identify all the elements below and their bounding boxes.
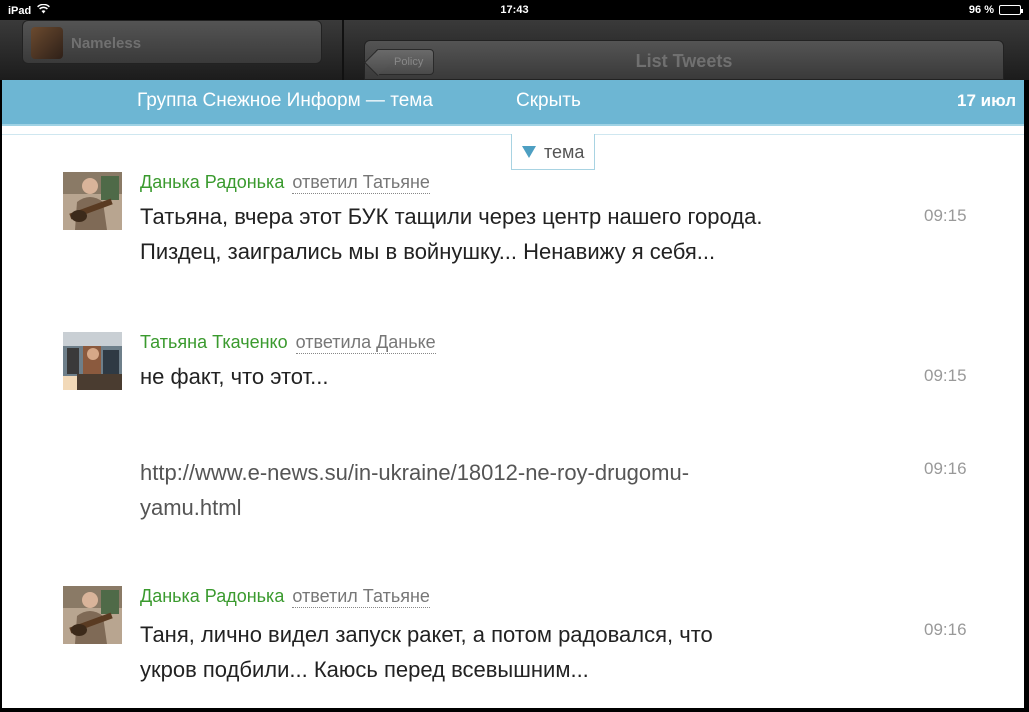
popup-date: 17 июл <box>957 91 1016 110</box>
popup-header: Группа Снежное Информ — тема Скрыть 17 и… <box>2 80 1024 126</box>
status-time: 17:43 <box>500 4 529 16</box>
message-link[interactable]: http://www.e-news.su/in-ukraine/18012-ne… <box>140 455 900 525</box>
topic-tab[interactable]: тема <box>511 134 596 170</box>
topic-tab-label: тема <box>544 141 585 162</box>
author-name[interactable]: Данька Радонька <box>140 586 284 606</box>
right-pane-title: List Tweets <box>635 51 733 71</box>
message-line: не факт, что этот... <box>140 364 329 389</box>
message-header: Данька Радонька ответил Татьяне <box>140 586 430 608</box>
reply-to[interactable]: ответил Татьяне <box>292 586 430 608</box>
message-text: не факт, что этот... <box>140 359 900 394</box>
message-line: укров подбили... Каюсь перед всевышним..… <box>140 657 589 682</box>
avatar[interactable] <box>63 332 122 390</box>
battery-percent: 96 % <box>968 4 994 16</box>
message-line: Татьяна, вчера этот БУК тащили через цен… <box>140 204 763 229</box>
author-name[interactable]: Данька Радонька <box>140 172 284 192</box>
popup-title: Группа Снежное Информ — тема <box>137 90 433 111</box>
link-line[interactable]: http://www.e-news.su/in-ukraine/18012-ne… <box>140 455 900 490</box>
bottom-edge <box>0 708 1029 712</box>
message-time: 09:15 <box>924 366 967 385</box>
message-time: 09:16 <box>924 459 967 478</box>
message-header: Татьяна Ткаченко ответила Даньке <box>140 332 436 354</box>
link-line[interactable]: yamu.html <box>140 490 900 525</box>
left-pane-header[interactable]: Nameless <box>22 20 322 64</box>
message-line: Пиздец, заигрались мы в войнушку... Нена… <box>140 239 716 264</box>
hide-button[interactable]: Скрыть <box>516 90 581 112</box>
triangle-down-icon <box>522 145 536 158</box>
avatar[interactable] <box>63 586 122 644</box>
battery-icon <box>999 5 1023 15</box>
reply-to[interactable]: ответила Даньке <box>295 332 436 354</box>
message-line: Таня, лично видел запуск ракет, а потом … <box>140 622 713 647</box>
avatar[interactable] <box>63 172 122 230</box>
message-text: Таня, лично видел запуск ракет, а потом … <box>140 617 900 687</box>
message-time: 09:16 <box>924 620 967 639</box>
author-name[interactable]: Татьяна Ткаченко <box>140 332 288 352</box>
message-time: 09:15 <box>924 206 967 225</box>
reply-to[interactable]: ответил Татьяне <box>292 172 430 194</box>
thread-popup: Группа Снежное Информ — тема Скрыть 17 и… <box>2 80 1024 708</box>
message-text: Татьяна, вчера этот БУК тащили через цен… <box>140 199 900 269</box>
message-header: Данька Радонька ответил Татьяне <box>140 172 430 194</box>
pane-divider <box>342 20 344 80</box>
status-bar: iPad 17:43 96 % <box>0 0 1029 20</box>
left-pane-title: Nameless <box>71 35 142 52</box>
right-pane-header: Policy List Tweets <box>364 40 1004 80</box>
left-pane-thumbnail <box>31 27 63 59</box>
